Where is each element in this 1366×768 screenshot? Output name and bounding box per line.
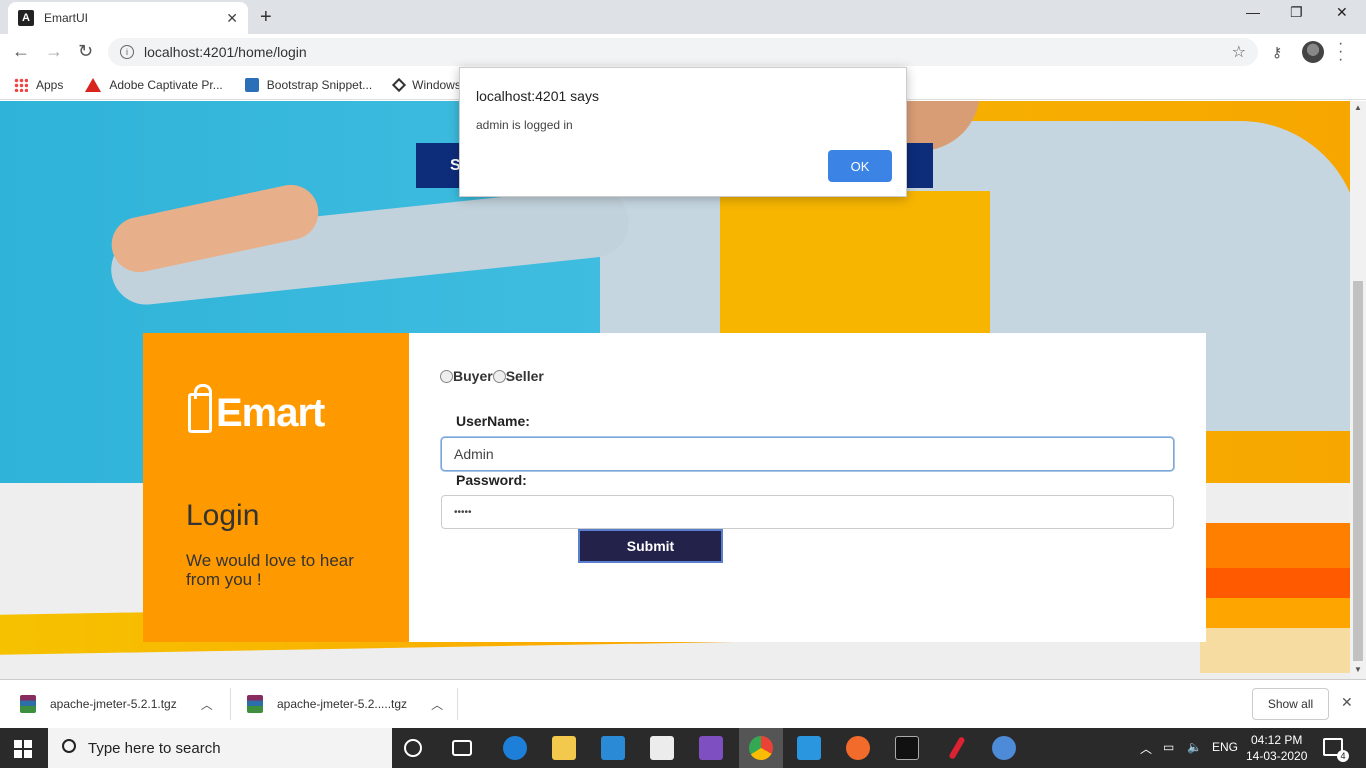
angular-icon: A	[18, 10, 34, 26]
tab-close-icon[interactable]: ✕	[226, 10, 238, 27]
alert-dialog: localhost:4201 says admin is logged in O…	[459, 67, 907, 197]
url-text[interactable]: localhost:4201/home/login	[144, 44, 1232, 60]
password-label: Password:	[456, 472, 527, 488]
clock-time: 04:12 PM	[1251, 733, 1303, 747]
buyer-label[interactable]: Buyer	[453, 368, 493, 384]
alert-origin: localhost:4201 says	[476, 88, 599, 104]
reload-icon[interactable]: ↻	[78, 41, 93, 62]
tab-emartui[interactable]: A EmartUI ✕	[8, 2, 248, 34]
language-indicator[interactable]: ENG	[1212, 740, 1238, 754]
submit-button[interactable]: Submit	[578, 529, 723, 563]
login-subtitle: We would love to hear from you !	[186, 551, 354, 589]
close-shelf-icon[interactable]: ✕	[1341, 694, 1353, 711]
cortana-icon[interactable]	[404, 739, 422, 757]
docker-icon[interactable]	[992, 736, 1016, 760]
terminal-icon[interactable]	[895, 736, 919, 760]
alert-ok-button[interactable]: OK	[828, 150, 892, 182]
download-divider	[457, 688, 458, 720]
vscode-icon[interactable]	[797, 736, 821, 760]
scroll-up-icon[interactable]: ▲	[1354, 103, 1362, 112]
file-explorer-icon[interactable]	[552, 736, 576, 760]
password-input[interactable]: •••••	[441, 495, 1174, 529]
search-icon	[62, 739, 76, 753]
download-item[interactable]: apache-jmeter-5.2.....tgz ︿	[247, 688, 443, 720]
bookmark-apps[interactable]: Apps	[14, 77, 63, 92]
chevron-up-icon[interactable]: ︿	[431, 696, 443, 713]
apps-grid-icon	[14, 77, 28, 92]
network-icon[interactable]: ▭	[1163, 740, 1174, 754]
windows-taskbar: Type here to search ︿ ▭ 🔈 ENG 04:12 PM 1…	[0, 728, 1366, 768]
taskbar-search-input[interactable]: Type here to search	[48, 728, 392, 768]
download-filename: apache-jmeter-5.2.1.tgz	[50, 697, 177, 711]
taskbar-search-placeholder: Type here to search	[88, 739, 221, 757]
bookmark-star-icon[interactable]: ☆	[1232, 42, 1246, 62]
notification-count: 4	[1337, 750, 1349, 762]
minimize-icon[interactable]: ―	[1246, 4, 1260, 20]
username-label: UserName:	[456, 413, 530, 429]
bookmark-adobe-captivate[interactable]: Adobe Captivate Pr...	[85, 77, 223, 92]
postman-icon[interactable]	[846, 736, 870, 760]
browser-menu-icon[interactable]: · · ·	[1338, 36, 1343, 68]
logo-text: Emart	[216, 391, 325, 435]
taskbar-clock[interactable]: 04:12 PM 14-03-2020	[1246, 732, 1307, 764]
clock-date: 14-03-2020	[1246, 749, 1308, 763]
windows-bookmark-icon	[392, 77, 407, 92]
action-center-icon[interactable]: 4	[1323, 738, 1349, 762]
pen-icon[interactable]	[948, 736, 966, 760]
address-bar[interactable]: i localhost:4201/home/login ☆	[108, 38, 1258, 66]
login-card-brand-panel: Emart Login We would love to hear from y…	[143, 333, 409, 642]
new-tab-icon[interactable]: +	[260, 6, 272, 29]
bootstrap-icon	[244, 77, 259, 92]
windows-start-icon[interactable]	[14, 740, 32, 758]
back-icon[interactable]: ←	[12, 41, 30, 62]
volume-icon[interactable]: 🔈	[1187, 740, 1202, 754]
login-card: Emart Login We would love to hear from y…	[143, 333, 1206, 642]
decor-stripe-right	[1200, 523, 1350, 673]
forward-icon[interactable]: →	[45, 41, 63, 62]
scrollbar-thumb[interactable]	[1353, 281, 1363, 661]
tray-chevron-up-icon[interactable]: ︿	[1140, 740, 1152, 757]
download-item[interactable]: apache-jmeter-5.2.1.tgz ︿	[20, 688, 213, 720]
restore-icon[interactable]: ❐	[1290, 4, 1303, 21]
mail-icon[interactable]	[601, 736, 625, 760]
show-all-button[interactable]: Show all	[1252, 688, 1329, 720]
archive-file-icon	[20, 695, 36, 713]
seller-radio[interactable]	[492, 369, 506, 383]
login-title: Login	[186, 499, 260, 532]
emart-logo: Emart	[188, 384, 325, 435]
chevron-up-icon[interactable]: ︿	[201, 696, 213, 713]
download-filename: apache-jmeter-5.2.....tgz	[277, 697, 408, 711]
seller-label[interactable]: Seller	[506, 368, 544, 384]
tab-title: EmartUI	[44, 11, 89, 25]
visual-studio-icon[interactable]	[699, 736, 723, 760]
archive-file-icon	[247, 695, 263, 713]
browser-toolbar: ← → ↻ i localhost:4201/home/login ☆ ⚷	[0, 34, 1366, 70]
tab-strip: A EmartUI ✕ + ― ❐ ✕	[0, 0, 1366, 34]
edge-icon[interactable]	[503, 736, 527, 760]
adobe-icon	[85, 77, 102, 92]
site-info-icon[interactable]: i	[120, 45, 134, 59]
role-selector: Buyer Seller	[440, 368, 544, 384]
window-close-icon[interactable]: ✕	[1336, 4, 1348, 21]
shopping-bag-icon	[188, 384, 212, 433]
alert-message: admin is logged in	[476, 118, 573, 132]
bookmark-bootstrap-snippet[interactable]: Bootstrap Snippet...	[244, 77, 372, 92]
bookmark-windows[interactable]: Windows	[392, 77, 461, 92]
chrome-icon[interactable]	[749, 736, 773, 760]
task-view-icon[interactable]	[452, 740, 472, 756]
buyer-radio[interactable]	[440, 369, 453, 383]
download-divider	[230, 688, 231, 720]
scroll-down-icon[interactable]: ▼	[1354, 665, 1362, 674]
username-input[interactable]: Admin	[441, 437, 1174, 471]
store-icon[interactable]	[650, 736, 674, 760]
page-scrollbar[interactable]: ▲ ▼	[1350, 101, 1366, 679]
profile-avatar[interactable]	[1302, 41, 1324, 63]
download-shelf: apache-jmeter-5.2.1.tgz ︿ apache-jmeter-…	[0, 679, 1366, 728]
password-key-icon[interactable]: ⚷	[1272, 44, 1282, 61]
